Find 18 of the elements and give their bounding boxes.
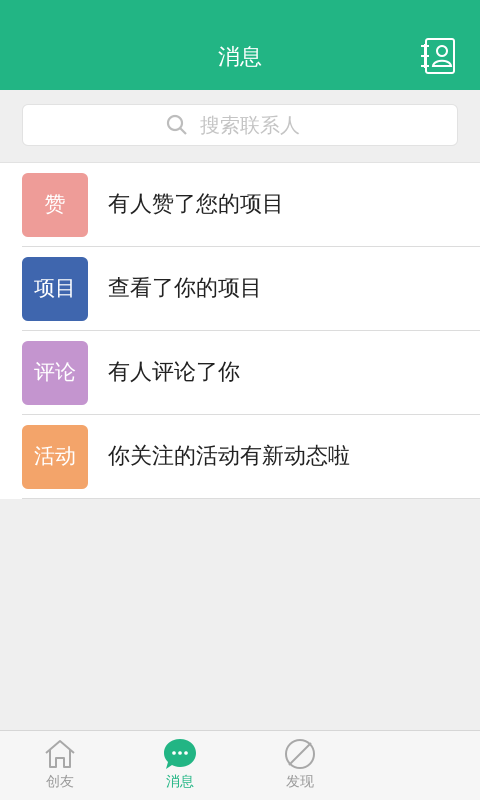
- message-row[interactable]: 项目 查看了你的项目: [22, 247, 480, 331]
- category-badge: 评论: [22, 340, 88, 404]
- message-row[interactable]: 活动 你关注的活动有新动态啦: [22, 415, 480, 499]
- message-text: 有人评论了你: [108, 359, 240, 387]
- message-text: 查看了你的项目: [108, 275, 262, 303]
- message-row[interactable]: 评论 有人评论了你: [22, 331, 480, 415]
- message-text: 你关注的活动有新动态啦: [108, 443, 350, 471]
- house-icon: [43, 738, 77, 770]
- category-badge: 项目: [22, 256, 88, 320]
- search-icon: [166, 114, 188, 136]
- category-badge: 活动: [22, 424, 88, 488]
- category-badge: 赞: [22, 172, 88, 236]
- search-field[interactable]: 搜索联系人: [22, 104, 458, 146]
- contacts-book-icon[interactable]: [418, 36, 458, 76]
- message-row[interactable]: 赞 有人赞了您的项目: [22, 163, 480, 247]
- message-text: 有人赞了您的项目: [108, 191, 284, 219]
- chat-bubble-icon: [163, 738, 197, 770]
- page-title: 消息: [218, 44, 262, 72]
